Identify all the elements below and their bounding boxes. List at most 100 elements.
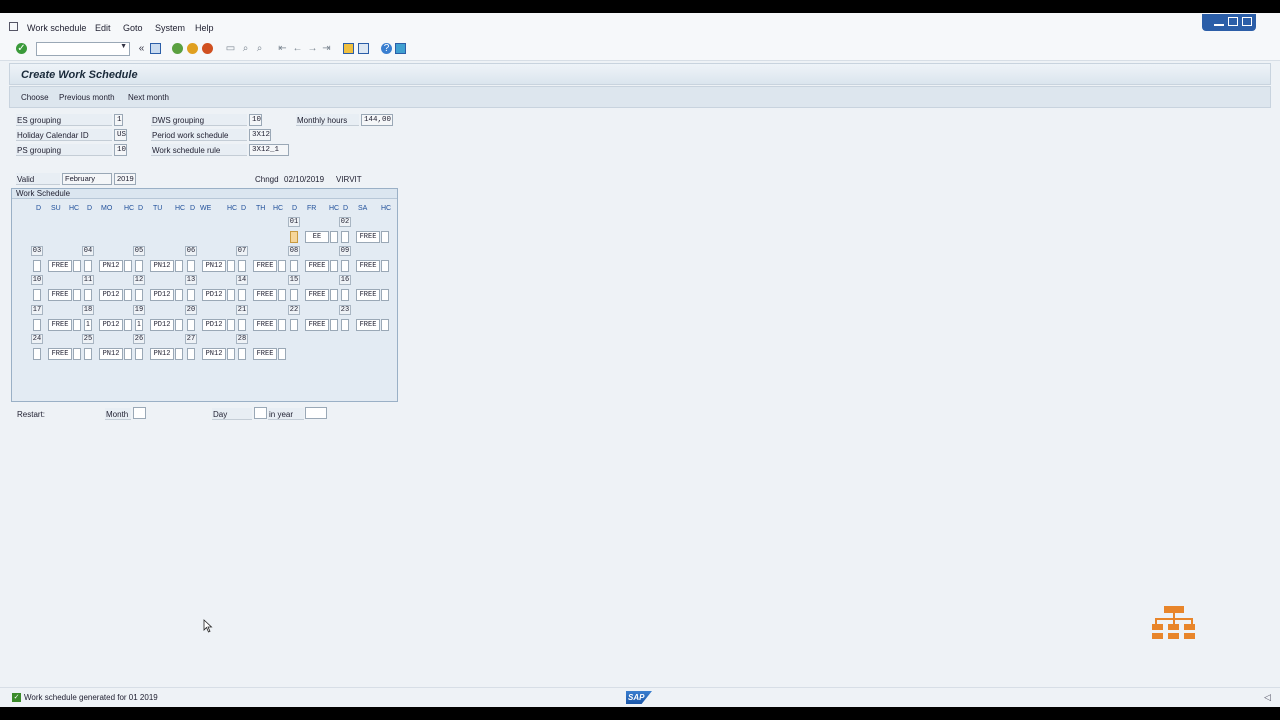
prev-page-icon[interactable]: ← (292, 43, 303, 54)
daily-ws-field[interactable]: FREE (356, 289, 380, 301)
day-d-field[interactable]: 1 (84, 319, 92, 331)
daily-ws-field[interactable]: EE (305, 231, 329, 243)
daily-ws-field[interactable]: FREE (48, 260, 72, 272)
valid-year-field[interactable]: 2019 (114, 173, 136, 185)
day-hc-field[interactable] (330, 260, 338, 272)
daily-ws-field[interactable]: FREE (356, 319, 380, 331)
next-page-icon[interactable]: → (307, 43, 318, 54)
daily-ws-field[interactable]: PN12 (150, 260, 174, 272)
menu-icon[interactable] (9, 22, 18, 31)
day-hc-field[interactable] (330, 319, 338, 331)
day-hc-field[interactable] (227, 348, 235, 360)
daily-ws-field[interactable]: PN12 (202, 348, 226, 360)
day-d-field[interactable] (84, 260, 92, 272)
save-icon[interactable] (150, 43, 161, 54)
daily-ws-field[interactable]: PD12 (202, 289, 226, 301)
monthly-hours-field[interactable]: 144,00 (361, 114, 393, 126)
day-d-field[interactable] (33, 348, 41, 360)
next-month-button[interactable]: Next month (128, 93, 169, 102)
minimize-icon[interactable] (1214, 17, 1224, 26)
day-d-field[interactable] (135, 348, 143, 360)
day-hc-field[interactable] (175, 260, 183, 272)
previous-month-button[interactable]: Previous month (59, 93, 115, 102)
day-d-field[interactable] (238, 260, 246, 272)
day-d-field[interactable] (187, 289, 195, 301)
daily-ws-field[interactable]: PN12 (99, 260, 123, 272)
daily-ws-field[interactable]: FREE (48, 319, 72, 331)
day-d-field[interactable]: 1 (135, 319, 143, 331)
day-d-field[interactable] (341, 231, 349, 243)
day-d-field[interactable] (84, 348, 92, 360)
day-hc-field[interactable] (73, 260, 81, 272)
day-d-field[interactable] (33, 319, 41, 331)
daily-ws-field[interactable]: PD12 (99, 319, 123, 331)
daily-ws-field[interactable]: PD12 (202, 319, 226, 331)
valid-month-field[interactable]: February (62, 173, 112, 185)
daily-ws-field[interactable]: PN12 (150, 348, 174, 360)
org-chart-icon[interactable] (1152, 604, 1196, 648)
layout-icon[interactable] (395, 43, 406, 54)
day-d-field[interactable] (187, 348, 195, 360)
daily-ws-field[interactable]: FREE (356, 260, 380, 272)
menu-goto[interactable]: Goto (123, 23, 143, 33)
daily-ws-field[interactable]: FREE (253, 348, 277, 360)
back-icon[interactable] (172, 43, 183, 54)
day-d-field[interactable] (290, 260, 298, 272)
day-hc-field[interactable] (175, 289, 183, 301)
day-hc-field[interactable] (73, 348, 81, 360)
cancel-icon[interactable] (202, 43, 213, 54)
menu-edit[interactable]: Edit (95, 23, 111, 33)
day-d-field[interactable] (33, 260, 41, 272)
day-hc-field[interactable] (278, 260, 286, 272)
day-d-field[interactable] (33, 289, 41, 301)
daily-ws-field[interactable]: FREE (48, 289, 72, 301)
menu-help[interactable]: Help (195, 23, 214, 33)
day-hc-field[interactable] (124, 260, 132, 272)
first-page-icon[interactable]: ⇤ (277, 43, 288, 54)
exit-icon[interactable] (187, 43, 198, 54)
daily-ws-field[interactable]: PN12 (99, 348, 123, 360)
daily-ws-field[interactable]: FREE (253, 289, 277, 301)
daily-ws-field[interactable]: FREE (356, 231, 380, 243)
day-hc-field[interactable] (278, 348, 286, 360)
day-d-field[interactable] (187, 260, 195, 272)
daily-ws-field[interactable]: PD12 (150, 289, 174, 301)
day-hc-field[interactable] (175, 319, 183, 331)
daily-ws-field[interactable]: FREE (253, 319, 277, 331)
day-d-field[interactable] (341, 289, 349, 301)
daily-ws-field[interactable]: FREE (305, 289, 329, 301)
day-d-field[interactable] (290, 289, 298, 301)
daily-ws-field[interactable]: FREE (305, 260, 329, 272)
print-icon[interactable]: ▭ (225, 43, 236, 54)
day-d-field[interactable] (341, 260, 349, 272)
day-hc-field[interactable] (73, 289, 81, 301)
day-d-field[interactable] (84, 289, 92, 301)
period-ws-field[interactable]: 3X12 (249, 129, 271, 141)
help-icon[interactable]: ? (381, 43, 392, 54)
new-session-icon[interactable] (343, 43, 354, 54)
day-hc-field[interactable] (227, 289, 235, 301)
back-double-icon[interactable]: « (136, 43, 147, 54)
check-icon[interactable]: ✓ (16, 43, 27, 54)
day-hc-field[interactable] (381, 260, 389, 272)
daily-ws-field[interactable]: PD12 (99, 289, 123, 301)
day-d-field[interactable] (187, 319, 195, 331)
day-hc-field[interactable] (227, 319, 235, 331)
day-d-field[interactable] (238, 348, 246, 360)
daily-ws-field[interactable]: PD12 (150, 319, 174, 331)
dropdown-icon[interactable]: ▼ (120, 43, 127, 50)
restart-year-field[interactable] (305, 407, 327, 419)
day-d-field[interactable] (135, 289, 143, 301)
day-hc-field[interactable] (227, 260, 235, 272)
status-expand-icon[interactable]: ◁ (1264, 692, 1271, 703)
day-hc-field[interactable] (175, 348, 183, 360)
day-d-field[interactable] (341, 319, 349, 331)
day-hc-field[interactable] (278, 319, 286, 331)
shortcut-icon[interactable] (358, 43, 369, 54)
daily-ws-field[interactable]: FREE (253, 260, 277, 272)
day-hc-field[interactable] (381, 289, 389, 301)
status-message[interactable]: Work schedule generated for 01 2019 (24, 693, 158, 702)
daily-ws-field[interactable]: FREE (305, 319, 329, 331)
day-hc-field[interactable] (124, 319, 132, 331)
daily-ws-field[interactable]: FREE (48, 348, 72, 360)
